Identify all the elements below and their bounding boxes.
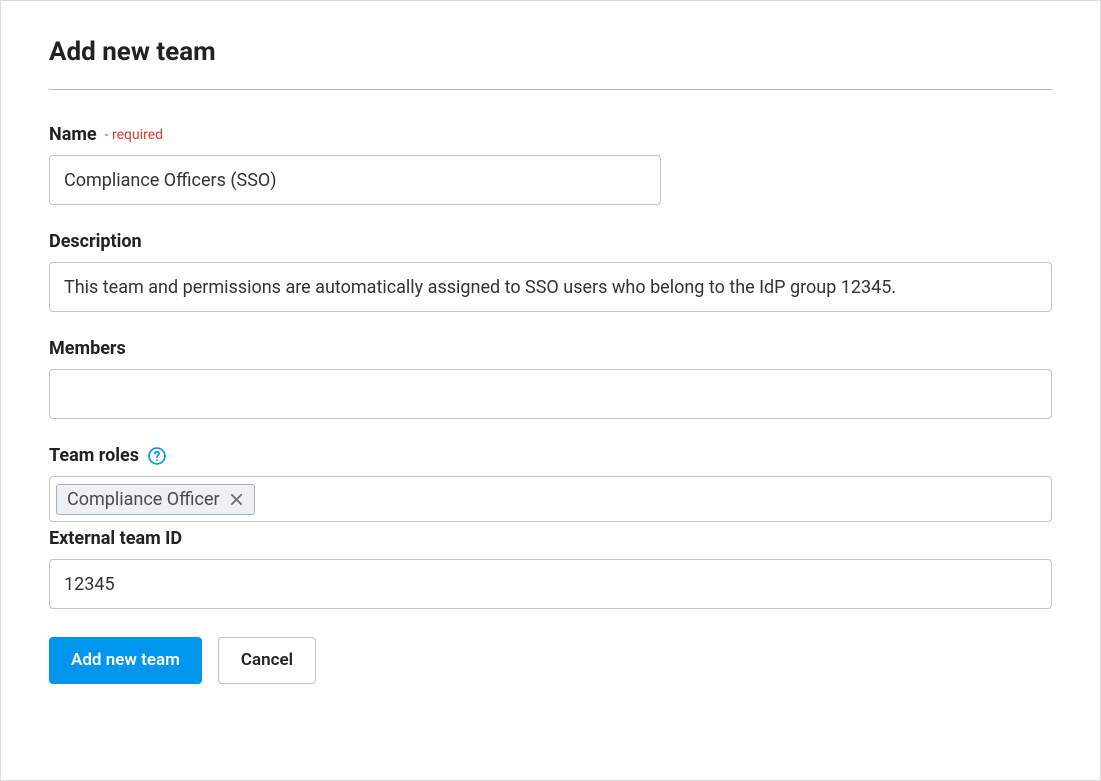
members-label: Members <box>49 338 126 359</box>
team-roles-label: Team roles <box>49 445 139 466</box>
role-chip: Compliance Officer <box>56 484 255 515</box>
team-roles-label-row: Team roles <box>49 445 1052 466</box>
role-chip-label: Compliance Officer <box>67 489 220 510</box>
field-name: Name - required <box>49 124 1052 205</box>
external-team-id-label: External team ID <box>49 528 182 549</box>
field-team-roles: Team roles Compliance Officer <box>49 445 1052 522</box>
field-members: Members <box>49 338 1052 419</box>
help-icon[interactable] <box>147 446 167 466</box>
field-external-team-id: External team ID <box>49 528 1052 609</box>
description-label: Description <box>49 231 142 252</box>
page-title: Add new team <box>49 37 1052 67</box>
external-team-id-input[interactable] <box>49 559 1052 609</box>
remove-chip-icon[interactable] <box>228 490 246 508</box>
description-label-row: Description <box>49 231 1052 252</box>
external-team-id-label-row: External team ID <box>49 528 1052 549</box>
name-label: Name <box>49 124 97 145</box>
members-label-row: Members <box>49 338 1052 359</box>
team-roles-input[interactable]: Compliance Officer <box>49 476 1052 522</box>
name-input[interactable] <box>49 155 661 205</box>
required-indicator: - required <box>105 127 163 143</box>
cancel-button[interactable]: Cancel <box>218 637 316 684</box>
divider <box>49 89 1052 90</box>
button-row: Add new team Cancel <box>49 637 1052 684</box>
description-input[interactable] <box>49 262 1052 312</box>
field-description: Description <box>49 231 1052 312</box>
submit-button[interactable]: Add new team <box>49 637 202 684</box>
members-input[interactable] <box>49 369 1052 419</box>
name-label-row: Name - required <box>49 124 1052 145</box>
add-new-team-panel: Add new team Name - required Description… <box>0 0 1101 781</box>
